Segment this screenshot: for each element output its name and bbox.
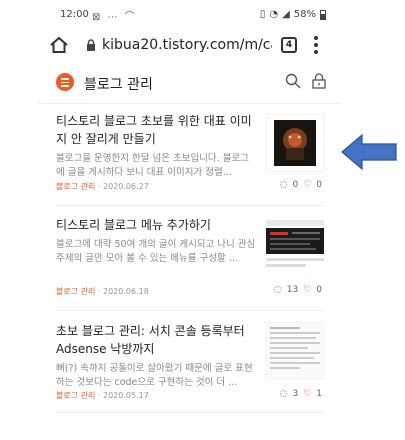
post-counts: ◌ 0 ♡ 0 xyxy=(280,180,322,190)
login-lock-icon[interactable] xyxy=(312,73,326,89)
heart-icon: ♡ xyxy=(303,389,312,399)
home-icon[interactable] xyxy=(48,34,70,56)
comment-icon: ◌ xyxy=(279,389,288,399)
divider xyxy=(56,310,324,311)
post-counts: ◌ 3 ♡ 1 xyxy=(280,389,322,399)
menu-icon[interactable] xyxy=(56,73,74,91)
post-title[interactable]: 티스토리 블로그 초보를 위한 대표 이미지 안 잘리게 만들기 xyxy=(56,112,256,148)
like-count: 0 xyxy=(316,285,322,295)
heart-icon: ♡ xyxy=(303,180,312,190)
post-excerpt: 블로그에 대략 50여 개의 글이 게시되고 나니 관심 주제의 글만 모아 볼… xyxy=(56,239,256,264)
phone-screen: 12:00 ⊠ ⋯ ⌒ ▯ ◔ ◢ 58% kibua20.tistory.co… xyxy=(38,0,340,440)
post-title[interactable]: 초보 블로그 관리: 서치 콘솔 등록부터 Adsense 낙방까지 xyxy=(56,322,256,358)
vibrate-icon: ▯ xyxy=(259,9,266,20)
post-thumbnail[interactable] xyxy=(266,322,324,380)
like-count: 0 xyxy=(316,180,322,190)
post-meta: 블로그 관리 · 2020.06.27 xyxy=(56,181,149,192)
post-item[interactable]: 초보 블로그 관리: 서치 콘솔 등록부터 Adsense 낙방까지 뼈(?) … xyxy=(56,322,324,406)
post-date: · 2020.06.18 xyxy=(97,287,149,296)
post-item[interactable]: 티스토리 블로그 메뉴 추가하기 블로그에 대략 50여 개의 글이 게시되고 … xyxy=(56,216,324,300)
like-count: 1 xyxy=(316,389,322,399)
post-item[interactable]: 티스토리 블로그 초보를 위한 대표 이미지 안 잘리게 만들기 블로그을 운영… xyxy=(56,112,324,202)
search-icon[interactable] xyxy=(285,73,301,89)
pointer-arrow-icon xyxy=(341,133,397,171)
wifi-icon: ◔ xyxy=(269,9,279,20)
divider xyxy=(56,412,324,413)
status-time: 12:00 xyxy=(60,9,89,20)
post-category[interactable]: 블로그 관리 xyxy=(56,182,95,191)
notification-icons: ⊠ ⋯ ⌒ xyxy=(92,12,137,23)
tab-switcher-button[interactable]: 4 xyxy=(281,37,297,53)
page-title: 블로그 관리 xyxy=(84,77,153,93)
post-category[interactable]: 블로그 관리 xyxy=(56,391,95,400)
post-title[interactable]: 티스토리 블로그 메뉴 추가하기 xyxy=(56,216,256,234)
battery-percent: 58% xyxy=(293,9,316,20)
post-meta: 블로그 관리 · 2020.06.18 xyxy=(56,286,149,297)
battery-icon xyxy=(320,9,326,20)
status-bar: 12:00 ⊠ ⋯ ⌒ ▯ ◔ ◢ 58% xyxy=(38,0,340,28)
lock-icon xyxy=(87,39,95,51)
comment-count: 13 xyxy=(286,285,299,295)
post-date: · 2020.05.17 xyxy=(97,391,149,400)
browser-toolbar: kibua20.tistory.com/m/cate 4 xyxy=(38,28,340,64)
url-field[interactable]: kibua20.tistory.com/m/cate xyxy=(102,37,272,53)
signal-icon: ◢ xyxy=(282,9,290,20)
post-thumbnail[interactable] xyxy=(266,114,324,172)
post-excerpt: 뼈(?) 속까지 공돌이로 살아왔기 때문에 글로 표현하는 것보다는 code… xyxy=(56,363,253,388)
post-category[interactable]: 블로그 관리 xyxy=(56,287,95,296)
post-meta: 블로그 관리 · 2020.05.17 xyxy=(56,390,149,401)
comment-icon: ◌ xyxy=(279,180,288,190)
comment-count: 3 xyxy=(292,389,299,399)
post-counts: ◌ 13 ♡ 0 xyxy=(274,285,322,295)
comment-icon: ◌ xyxy=(273,285,282,295)
divider xyxy=(56,205,324,206)
comment-count: 0 xyxy=(292,180,299,190)
more-menu-icon[interactable] xyxy=(313,36,319,56)
blog-header: 블로그 관리 xyxy=(38,64,340,104)
post-thumbnail[interactable] xyxy=(266,216,324,274)
post-date: · 2020.06.27 xyxy=(97,182,149,191)
post-excerpt: 블로그을 운영한지 한달 넘은 초보입니다. 블로그에 글을 게시하다 보니 대… xyxy=(56,153,249,178)
status-right: ▯ ◔ ◢ 58% xyxy=(260,9,326,20)
heart-icon: ♡ xyxy=(303,285,312,295)
